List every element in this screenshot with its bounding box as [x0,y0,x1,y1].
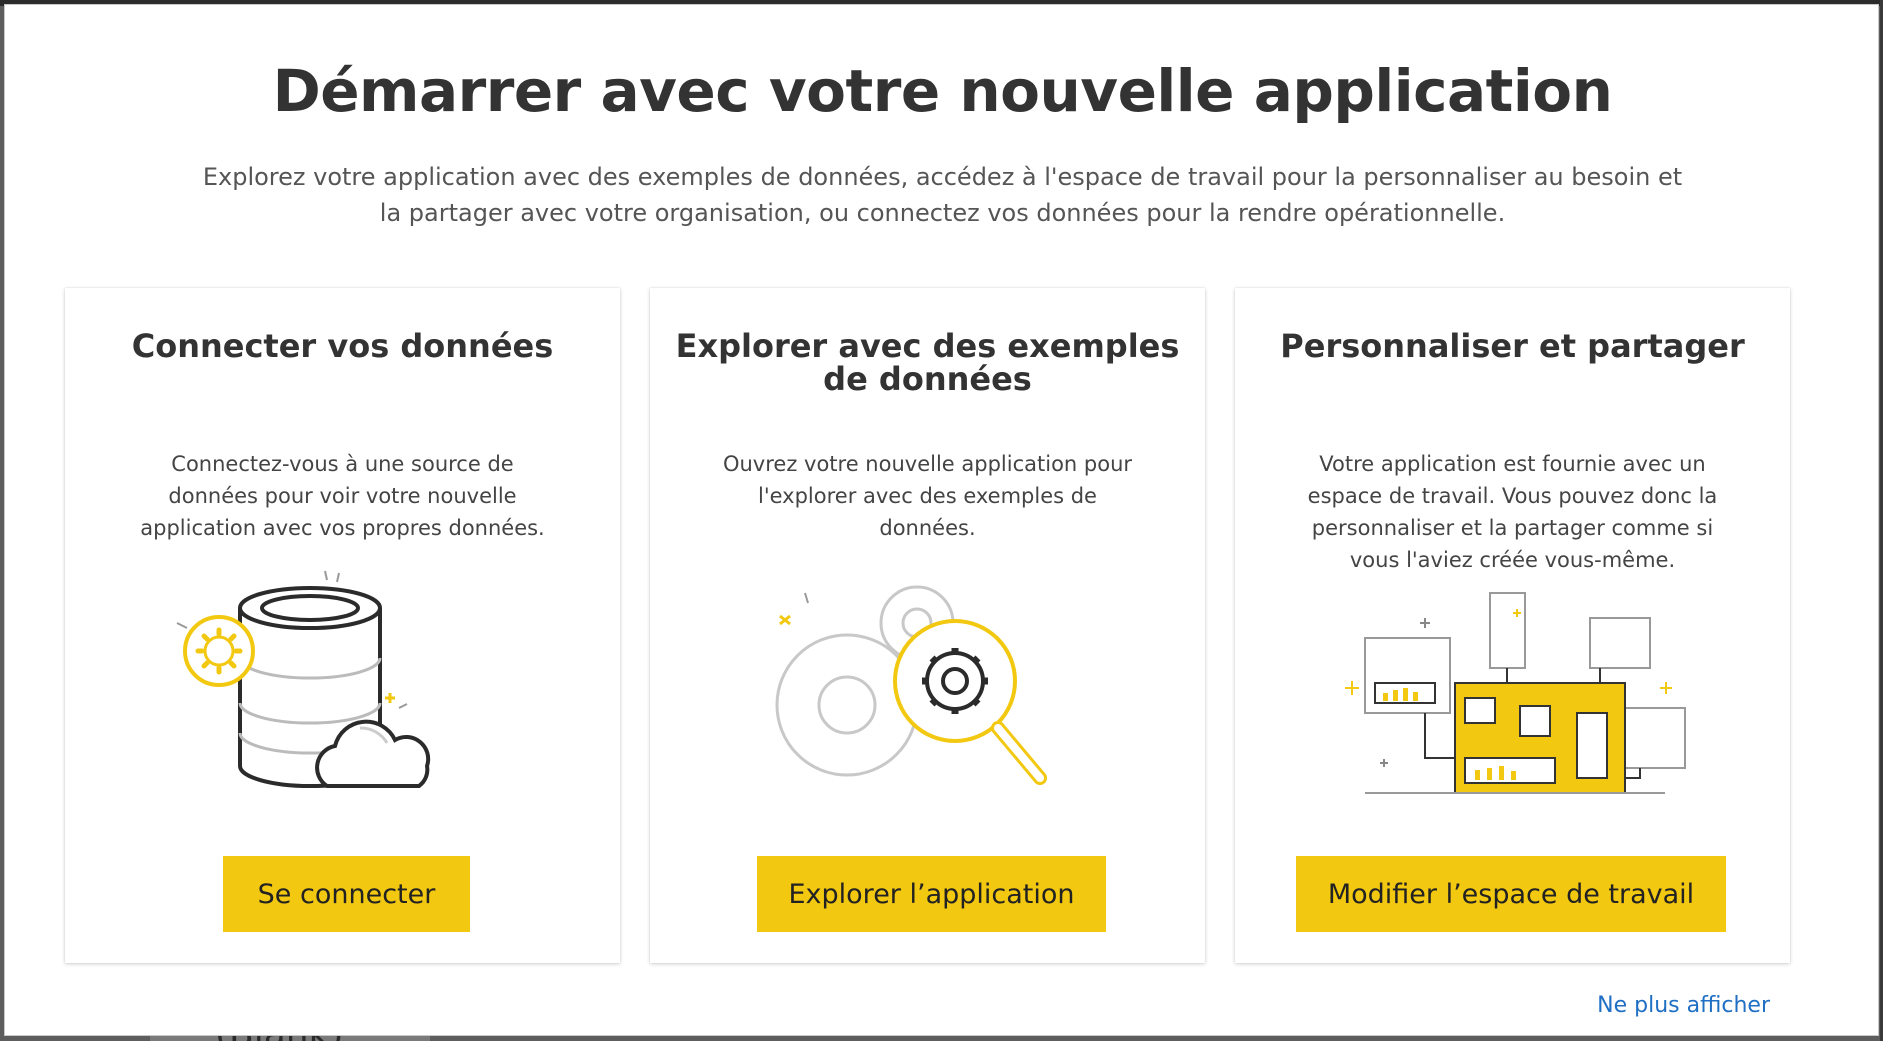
card-title: Explorer avec des exemples de données [675,327,1180,398]
card-customize-share: Personnaliser et partager Votre applicat… [1235,288,1790,963]
explore-app-button[interactable]: Explorer l’application [757,856,1106,932]
connect-button[interactable]: Se connecter [223,856,470,932]
card-connect-data: Connecter vos données Connectez-vous à u… [65,288,620,963]
edit-workspace-button[interactable]: Modifier l’espace de travail [1296,856,1726,932]
card-explore-sample: Explorer avec des exemples de données Ou… [650,288,1205,963]
getting-started-dialog: Démarrer avec votre nouvelle application… [4,4,1879,1036]
dialog-subtitle: Explorez votre application avec des exem… [202,163,1683,227]
database-cloud-gear-icon [165,568,520,808]
card-description: Votre application est fournie avec un es… [1307,452,1718,572]
card-description: Ouvrez votre nouvelle application pour l… [722,452,1133,540]
gears-magnifier-icon [750,568,1105,808]
card-title: Personnaliser et partager [1280,327,1745,365]
dashboard-network-icon [1335,588,1690,828]
card-title: Connecter vos données [131,327,554,365]
card-description: Connectez-vous à une source de données p… [140,452,545,540]
dialog-title: Démarrer avec votre nouvelle application [272,57,1613,125]
dont-show-again-link[interactable]: Ne plus afficher [1597,993,1770,1018]
